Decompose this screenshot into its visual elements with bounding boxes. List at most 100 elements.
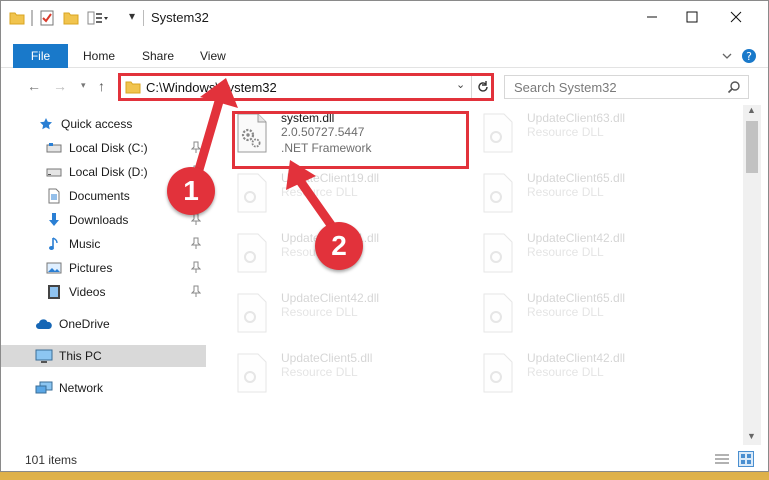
- file-name: UpdateClient42.dll: [527, 351, 626, 365]
- file-description: Resource DLL: [527, 365, 604, 379]
- sidebar-item-label: Videos: [69, 285, 106, 299]
- music-icon: [45, 236, 63, 252]
- annotation-badge-2: 2: [315, 222, 363, 270]
- search-placeholder: Search System32: [514, 80, 617, 95]
- folder-icon: [125, 81, 141, 94]
- refresh-icon[interactable]: [476, 80, 490, 94]
- folder-icon: [9, 12, 25, 25]
- close-button[interactable]: [713, 1, 759, 33]
- file-name: UpdateClient65.dll: [527, 171, 626, 185]
- sidebar-item-label: Documents: [69, 189, 130, 203]
- file-description: Resource DLL: [527, 185, 604, 199]
- vertical-scrollbar[interactable]: ▲ ▼: [743, 105, 761, 445]
- file-item[interactable]: UpdateClient5.dll Resource DLL: [208, 345, 448, 401]
- dll-file-icon: [483, 113, 513, 153]
- pin-icon[interactable]: [191, 141, 201, 153]
- sidebar-item-quick-access[interactable]: Quick access: [37, 113, 207, 135]
- expand-ribbon-icon[interactable]: [721, 50, 733, 62]
- up-arrow-icon[interactable]: ↑: [98, 78, 105, 94]
- tab-view[interactable]: View: [200, 49, 226, 63]
- navigation-pane: Quick access Local Disk (C:) Local Disk …: [1, 105, 207, 443]
- sidebar-item-label: Downloads: [69, 213, 129, 227]
- file-name: UpdateClient5.dll: [281, 351, 373, 365]
- sidebar-item-label: Local Disk (C:): [69, 141, 148, 155]
- tab-share[interactable]: Share: [142, 49, 174, 63]
- window-title: System32: [151, 10, 209, 25]
- svg-text:?: ?: [746, 50, 752, 63]
- file-item[interactable]: UpdateClient65.dll Resource DLL: [454, 285, 694, 341]
- item-count: 101 items: [25, 453, 78, 467]
- file-name: UpdateClient65.dll: [527, 291, 626, 305]
- videos-icon: [45, 284, 63, 300]
- sidebar-item-label: Network: [59, 381, 104, 395]
- scroll-up-icon[interactable]: ▲: [747, 105, 756, 115]
- sidebar-item-pictures[interactable]: Pictures: [45, 257, 207, 279]
- annotation-badge-1: 1: [167, 167, 215, 215]
- back-arrow-icon[interactable]: ←: [27, 78, 41, 94]
- file-name: UpdateClient63.dll: [527, 111, 626, 125]
- address-path: C:\Windows\System32: [146, 80, 277, 95]
- file-name: UpdateClient19.dll: [281, 171, 380, 185]
- drive-icon: [45, 140, 63, 156]
- sidebar-item-network[interactable]: Network: [35, 377, 207, 399]
- search-input[interactable]: Search System32: [504, 75, 749, 99]
- address-dropdown-icon[interactable]: ⌄: [456, 78, 465, 91]
- tab-file[interactable]: File: [13, 44, 68, 68]
- file-item[interactable]: UpdateClient19.dll Resource DLL: [208, 165, 448, 221]
- scroll-down-icon[interactable]: ▼: [747, 431, 756, 441]
- star-icon: [37, 116, 55, 132]
- file-item[interactable]: UpdateClient42.dll Resource DLL: [454, 345, 694, 401]
- dll-file-icon: [237, 293, 267, 333]
- dropdown-chevron-icon[interactable]: ▾: [129, 9, 135, 23]
- large-icons-view-icon[interactable]: [738, 451, 754, 467]
- file-description: Resource DLL: [527, 125, 604, 139]
- pin-icon[interactable]: [191, 237, 201, 249]
- close-icon: [730, 11, 742, 23]
- explorer-window: ▾ System32 File Home Share View ? ← → ▾ …: [0, 0, 769, 472]
- forward-arrow-icon[interactable]: →: [53, 78, 67, 94]
- sidebar-item-local-disk-c[interactable]: Local Disk (C:): [45, 137, 207, 159]
- dll-file-icon: [483, 353, 513, 393]
- separator: [471, 75, 472, 99]
- file-item[interactable]: UpdateClient42.dll Resource DLL: [208, 285, 448, 341]
- sidebar-item-label: Music: [69, 237, 101, 251]
- sidebar-item-onedrive[interactable]: OneDrive: [35, 313, 207, 335]
- dll-file-icon: [237, 233, 267, 273]
- computer-icon: [35, 348, 53, 364]
- file-description: Resource DLL: [527, 245, 604, 259]
- sidebar-item-label: OneDrive: [59, 317, 110, 331]
- file-item[interactable]: UpdateClient42.dll Resource DLL: [454, 225, 694, 281]
- search-icon: [727, 81, 740, 94]
- drive-icon: [45, 164, 63, 180]
- new-folder-icon[interactable]: [63, 10, 79, 26]
- sidebar-item-label: Quick access: [61, 117, 133, 131]
- sidebar-item-label: Pictures: [69, 261, 113, 275]
- scrollbar-thumb[interactable]: [746, 121, 758, 173]
- pin-icon[interactable]: [191, 285, 201, 297]
- file-item[interactable]: UpdateClient65.dll Resource DLL: [454, 165, 694, 221]
- maximize-button[interactable]: [669, 1, 715, 33]
- dll-file-icon: [237, 173, 267, 213]
- sidebar-item-this-pc[interactable]: This PC: [1, 345, 206, 367]
- recent-locations-icon[interactable]: ▾: [81, 80, 86, 91]
- sidebar-item-videos[interactable]: Videos: [45, 281, 207, 303]
- file-item-system-dll[interactable]: system.dll 2.0.50727.5447 .NET Framework: [208, 105, 448, 161]
- status-bar: 101 items: [1, 447, 768, 471]
- sidebar-item-music[interactable]: Music: [45, 233, 207, 255]
- network-icon: [35, 380, 53, 396]
- properties-icon[interactable]: [39, 10, 55, 26]
- file-description: Resource DLL: [281, 185, 358, 199]
- customize-toolbar-icon[interactable]: [87, 10, 109, 26]
- details-view-icon[interactable]: [714, 453, 730, 465]
- file-item[interactable]: UpdateClient63.dll Resource DLL: [454, 105, 694, 161]
- help-icon[interactable]: ?: [741, 48, 757, 64]
- pin-icon[interactable]: [191, 261, 201, 273]
- tab-home[interactable]: Home: [83, 49, 115, 63]
- maximize-icon: [686, 11, 698, 23]
- dll-file-icon: [237, 353, 267, 393]
- pictures-icon: [45, 260, 63, 276]
- file-description: Resource DLL: [281, 305, 358, 319]
- navigation-bar: ← → ▾ ↑ C:\Windows\System32 ⌄ Search Sys…: [1, 71, 768, 103]
- dll-file-icon: [483, 293, 513, 333]
- address-bar[interactable]: C:\Windows\System32 ⌄: [119, 74, 493, 100]
